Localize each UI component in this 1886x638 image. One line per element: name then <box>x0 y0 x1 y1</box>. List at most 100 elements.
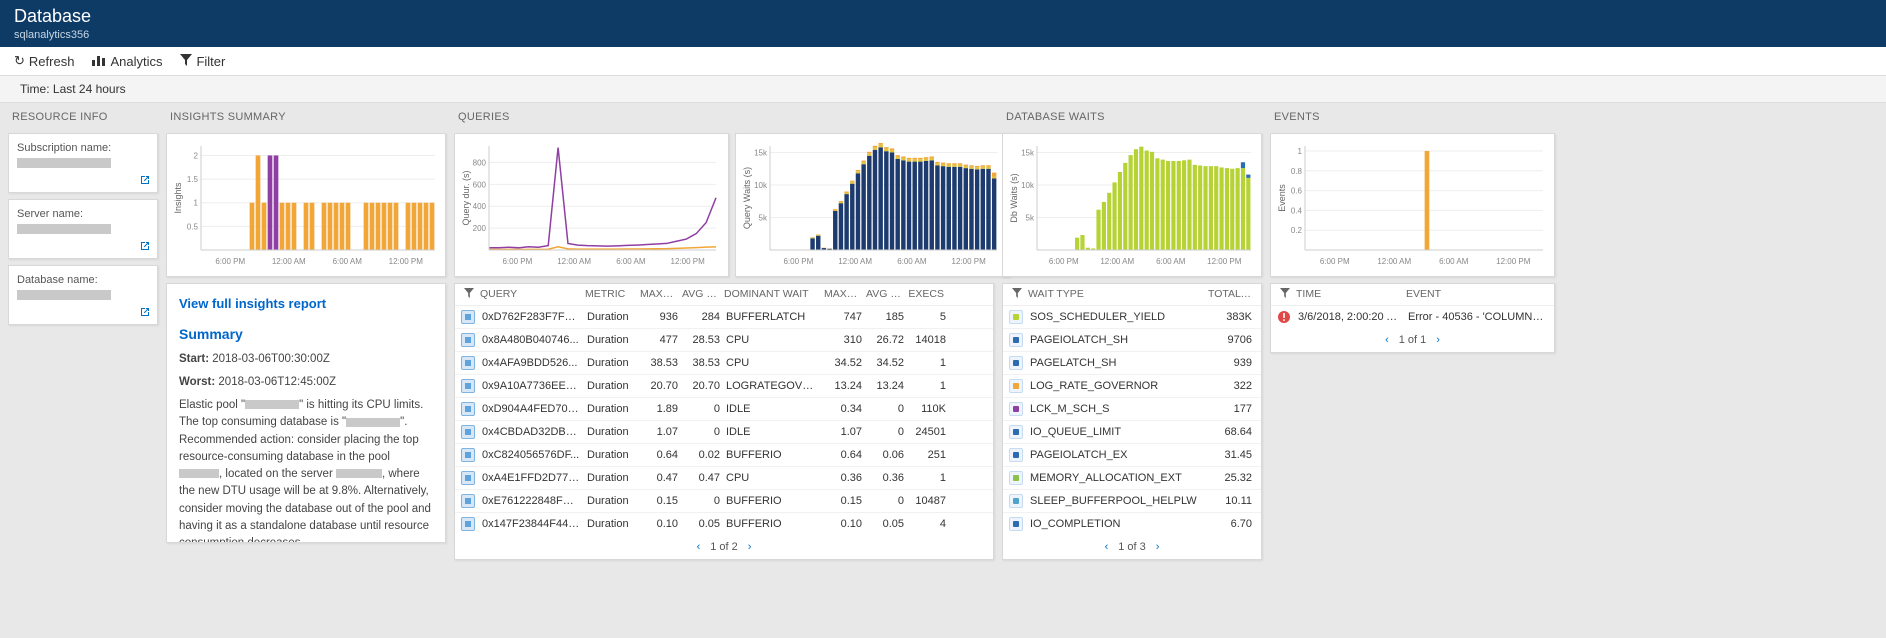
query-icon <box>461 517 475 531</box>
next-page-icon[interactable]: › <box>748 541 752 553</box>
pager-text: 1 of 2 <box>710 541 738 553</box>
col-wavg[interactable]: AVG (S) <box>863 288 905 301</box>
table-row[interactable]: MEMORY_ALLOCATION_EXT 25.32 <box>1003 467 1261 490</box>
table-row[interactable]: 0xE761222848FB8D Duration 0.15 0 BUFFERI… <box>455 490 993 513</box>
col-total[interactable]: TOTAL (S) <box>1205 288 1255 301</box>
avg: 28.53 <box>681 334 723 346</box>
open-external-icon[interactable] <box>137 304 153 320</box>
waits-table-header: WAIT TYPE TOTAL (S) <box>1003 284 1261 306</box>
svg-text:1: 1 <box>194 199 199 208</box>
filter-button[interactable]: Filter <box>180 54 225 69</box>
col-time[interactable]: TIME <box>1293 288 1403 301</box>
prev-page-icon[interactable]: ‹ <box>1105 541 1109 553</box>
filter-icon[interactable] <box>1277 288 1293 301</box>
worst-label: Worst: <box>179 376 215 388</box>
query-duration-chart-card[interactable]: Query dur. (s)2004006008006:00 PM12:00 A… <box>454 133 729 277</box>
summary-heading: Summary <box>179 324 433 345</box>
query-icon <box>461 448 475 462</box>
table-row[interactable]: LCK_M_SCH_S 177 <box>1003 398 1261 421</box>
svg-text:0.6: 0.6 <box>1291 187 1303 196</box>
col-execs[interactable]: EXECS <box>905 288 947 301</box>
max: 0.47 <box>639 472 681 484</box>
prev-page-icon[interactable]: ‹ <box>1385 334 1389 346</box>
view-full-report-link[interactable]: View full insights report <box>179 294 433 314</box>
table-row[interactable]: 0xD904A4FED700... Duration 1.89 0 IDLE 0… <box>455 398 993 421</box>
col-wait-type[interactable]: WAIT TYPE <box>1025 288 1205 301</box>
table-row[interactable]: PAGEIOLATCH_EX 31.45 <box>1003 444 1261 467</box>
insights-summary-card[interactable]: View full insights report Summary Start:… <box>166 283 446 543</box>
dominant-wait: CPU <box>723 472 823 484</box>
wait-icon <box>1009 425 1023 439</box>
next-page-icon[interactable]: › <box>1436 334 1440 346</box>
query-hash: 0xE761222848FB8D <box>479 495 584 507</box>
col-wmax[interactable]: MAX (S) <box>821 288 863 301</box>
open-external-icon[interactable] <box>137 172 153 188</box>
table-row[interactable]: 0xA4E1FFD2D77C... Duration 0.47 0.47 CPU… <box>455 467 993 490</box>
execs: 1 <box>907 357 949 369</box>
analytics-button[interactable]: Analytics <box>92 54 162 69</box>
db-waits-chart-card[interactable]: Db Waits (s)5k10k15k6:00 PM12:00 AM6:00 … <box>1002 133 1262 277</box>
table-row[interactable]: LOG_RATE_GOVERNOR 322 <box>1003 375 1261 398</box>
table-row[interactable]: PAGEIOLATCH_SH 9706 <box>1003 329 1261 352</box>
table-row[interactable]: IO_QUEUE_LIMIT 68.64 <box>1003 421 1261 444</box>
wait-avg: 34.52 <box>865 357 907 369</box>
queries-pager: ‹ 1 of 2 › <box>455 535 993 559</box>
pager-text: 1 of 1 <box>1399 334 1427 346</box>
insights-paragraph-1: Elastic pool "" is hitting its CPU limit… <box>179 397 433 543</box>
col-metric[interactable]: METRIC <box>582 288 637 301</box>
wait-icon <box>1009 333 1023 347</box>
svg-text:12:00 AM: 12:00 AM <box>1377 257 1411 266</box>
table-row[interactable]: IO_COMPLETION 6.70 <box>1003 513 1261 535</box>
wait-avg: 185 <box>865 311 907 323</box>
svg-text:5k: 5k <box>759 214 768 223</box>
resource-card[interactable]: Database name: <box>8 265 158 325</box>
resource-card[interactable]: Subscription name: <box>8 133 158 193</box>
wait-icon <box>1009 517 1023 531</box>
col-max[interactable]: MAX (S) <box>637 288 679 301</box>
svg-text:10k: 10k <box>754 181 768 190</box>
table-row[interactable]: 0x9A10A7736EED... Duration 20.70 20.70 L… <box>455 375 993 398</box>
col-query[interactable]: QUERY <box>477 288 582 301</box>
wait-total: 6.70 <box>1205 518 1255 530</box>
table-row[interactable]: 0x8A480B040746... Duration 477 28.53 CPU… <box>455 329 993 352</box>
dominant-wait: IDLE <box>723 403 823 415</box>
avg: 284 <box>681 311 723 323</box>
table-row[interactable]: 0xC824056576DF... Duration 0.64 0.02 BUF… <box>455 444 993 467</box>
query-waits-chart-card[interactable]: Query Waits (s)5k10k15k6:00 PM12:00 AM6:… <box>735 133 1010 277</box>
filter-icon[interactable] <box>461 288 477 301</box>
waits-pager: ‹ 1 of 3 › <box>1003 535 1261 559</box>
insights-chart-card[interactable]: Insights0.511.526:00 PM12:00 AM6:00 AM12… <box>166 133 446 277</box>
dominant-wait: CPU <box>723 357 823 369</box>
avg: 0.47 <box>681 472 723 484</box>
table-row[interactable]: PAGELATCH_SH 939 <box>1003 352 1261 375</box>
refresh-button[interactable]: ↻ Refresh <box>14 53 74 69</box>
table-row[interactable]: 0x4AFA9BDD526... Duration 38.53 38.53 CP… <box>455 352 993 375</box>
resource-card[interactable]: Server name: <box>8 199 158 259</box>
svg-text:6:00 PM: 6:00 PM <box>1320 257 1350 266</box>
table-row[interactable]: 3/6/2018, 2:00:20 AM Error - 40536 - 'CO… <box>1271 306 1554 328</box>
table-row[interactable]: SLEEP_BUFFERPOOL_HELPLW 10.11 <box>1003 490 1261 513</box>
svg-text:0.8: 0.8 <box>1291 167 1303 176</box>
filter-icon[interactable] <box>1009 288 1025 301</box>
svg-text:12:00 AM: 12:00 AM <box>272 257 306 266</box>
next-page-icon[interactable]: › <box>1156 541 1160 553</box>
table-row[interactable]: 0x147F23844F44E8 Duration 0.10 0.05 BUFF… <box>455 513 993 535</box>
wait-total: 383K <box>1205 311 1255 323</box>
table-row[interactable]: 0x4CBDAD32DB5... Duration 1.07 0 IDLE 1.… <box>455 421 993 444</box>
query-hash: 0xA4E1FFD2D77C... <box>479 472 584 484</box>
wait-total: 177 <box>1205 403 1255 415</box>
wait-type: MEMORY_ALLOCATION_EXT <box>1027 472 1205 484</box>
analytics-icon <box>92 54 106 69</box>
col-wait[interactable]: DOMINANT WAIT <box>721 288 821 301</box>
section-header-insights: INSIGHTS SUMMARY <box>166 109 446 127</box>
prev-page-icon[interactable]: ‹ <box>697 541 701 553</box>
events-table: TIME EVENT 3/6/2018, 2:00:20 AM Error - … <box>1270 283 1555 353</box>
events-chart-card[interactable]: Events0.20.40.60.816:00 PM12:00 AM6:00 A… <box>1270 133 1555 277</box>
time-range-bar[interactable]: Time: Last 24 hours <box>0 76 1886 103</box>
app-header: Database sqlanalytics356 <box>0 0 1886 47</box>
col-event[interactable]: EVENT <box>1403 288 1548 301</box>
open-external-icon[interactable] <box>137 238 153 254</box>
table-row[interactable]: SOS_SCHEDULER_YIELD 383K <box>1003 306 1261 329</box>
col-avg[interactable]: AVG (S) <box>679 288 721 301</box>
table-row[interactable]: 0xD762F283F7FBF5 Duration 936 284 BUFFER… <box>455 306 993 329</box>
